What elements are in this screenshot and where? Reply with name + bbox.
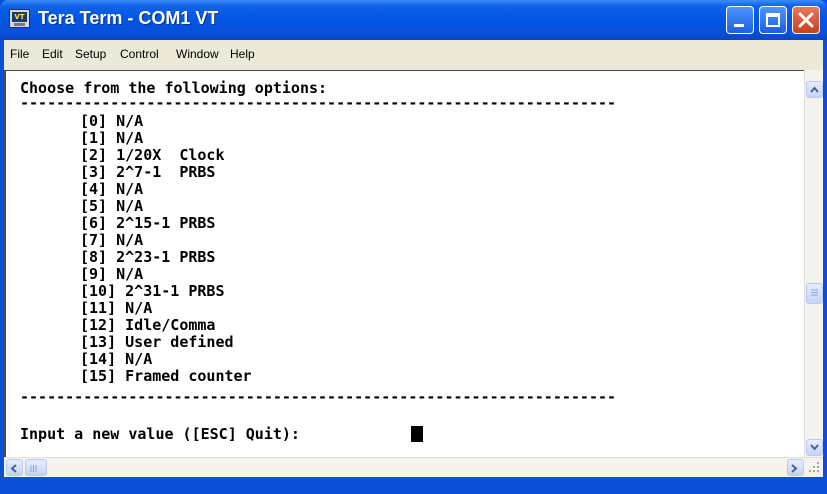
terminal-option: [7] N/A	[80, 231, 144, 249]
menu-window[interactable]: Window	[176, 47, 219, 61]
menu-file[interactable]: File	[10, 47, 29, 61]
horizontal-scrollbar[interactable]	[4, 457, 823, 477]
terminal-option: [15] Framed counter	[80, 367, 252, 385]
grip-icon	[30, 465, 37, 472]
arrow-left-icon	[10, 464, 17, 473]
terminal-prompt: Input a new value ([ESC] Quit):	[20, 425, 309, 443]
terminal-option: [13] User defined	[80, 333, 234, 351]
minimize-icon	[734, 24, 744, 27]
title-bar[interactable]: VT Tera Term - COM1 VT	[0, 0, 827, 40]
arrow-right-icon	[791, 464, 798, 473]
menu-help[interactable]: Help	[230, 47, 255, 61]
app-window: VT Tera Term - COM1 VT File Edit Setup C…	[0, 0, 827, 494]
grip-icon	[811, 289, 818, 296]
terminal-divider-bottom: ----------------------------------------…	[20, 388, 617, 406]
scroll-up-button[interactable]	[806, 81, 823, 98]
scroll-down-button[interactable]	[806, 439, 823, 456]
terminal-screen[interactable]: Choose from the following options: -----…	[4, 70, 804, 457]
scroll-right-button[interactable]	[787, 459, 804, 476]
terminal-option: [8] 2^23-1 PRBS	[80, 248, 216, 266]
menu-edit[interactable]: Edit	[42, 47, 63, 61]
terminal-option: [1] N/A	[80, 129, 144, 147]
scroll-left-button[interactable]	[6, 459, 23, 476]
terminal-option: [11] N/A	[80, 299, 153, 317]
vertical-scrollbar[interactable]	[804, 70, 823, 457]
vertical-scroll-thumb[interactable]	[806, 283, 823, 304]
terminal-option: [12] Idle/Comma	[80, 316, 216, 334]
terminal-option: [0] N/A	[80, 112, 144, 130]
horizontal-scroll-thumb[interactable]	[25, 459, 47, 476]
resize-grip-icon[interactable]	[807, 460, 821, 474]
close-button[interactable]	[792, 6, 820, 34]
arrow-up-icon	[810, 86, 819, 93]
window-bottom-border	[0, 477, 827, 494]
terminal-option: [6] 2^15-1 PRBS	[80, 214, 216, 232]
close-icon	[798, 12, 814, 28]
app-icon-base	[14, 23, 25, 26]
window-title: Tera Term - COM1 VT	[38, 8, 219, 28]
app-icon-label: VT	[12, 12, 27, 22]
terminal-option: [2] 1/20X Clock	[80, 146, 225, 164]
menu-setup[interactable]: Setup	[75, 47, 106, 61]
menu-control[interactable]: Control	[120, 47, 159, 61]
maximize-button[interactable]	[759, 6, 787, 34]
maximize-icon	[766, 13, 780, 27]
terminal-option: [5] N/A	[80, 197, 144, 215]
terminal-option: [3] 2^7-1 PRBS	[80, 163, 216, 181]
terminal-cursor	[411, 426, 423, 442]
terminal-option: [4] N/A	[80, 180, 144, 198]
minimize-button[interactable]	[726, 6, 754, 34]
arrow-down-icon	[810, 444, 819, 451]
terminal-option: [10] 2^31-1 PRBS	[80, 282, 225, 300]
teraterm-app-icon[interactable]: VT	[9, 9, 30, 28]
terminal-divider-top: ----------------------------------------…	[20, 94, 617, 112]
terminal-option: [9] N/A	[80, 265, 144, 283]
terminal-option: [14] N/A	[80, 350, 153, 368]
menu-bar: File Edit Setup Control Window Help	[4, 40, 823, 70]
